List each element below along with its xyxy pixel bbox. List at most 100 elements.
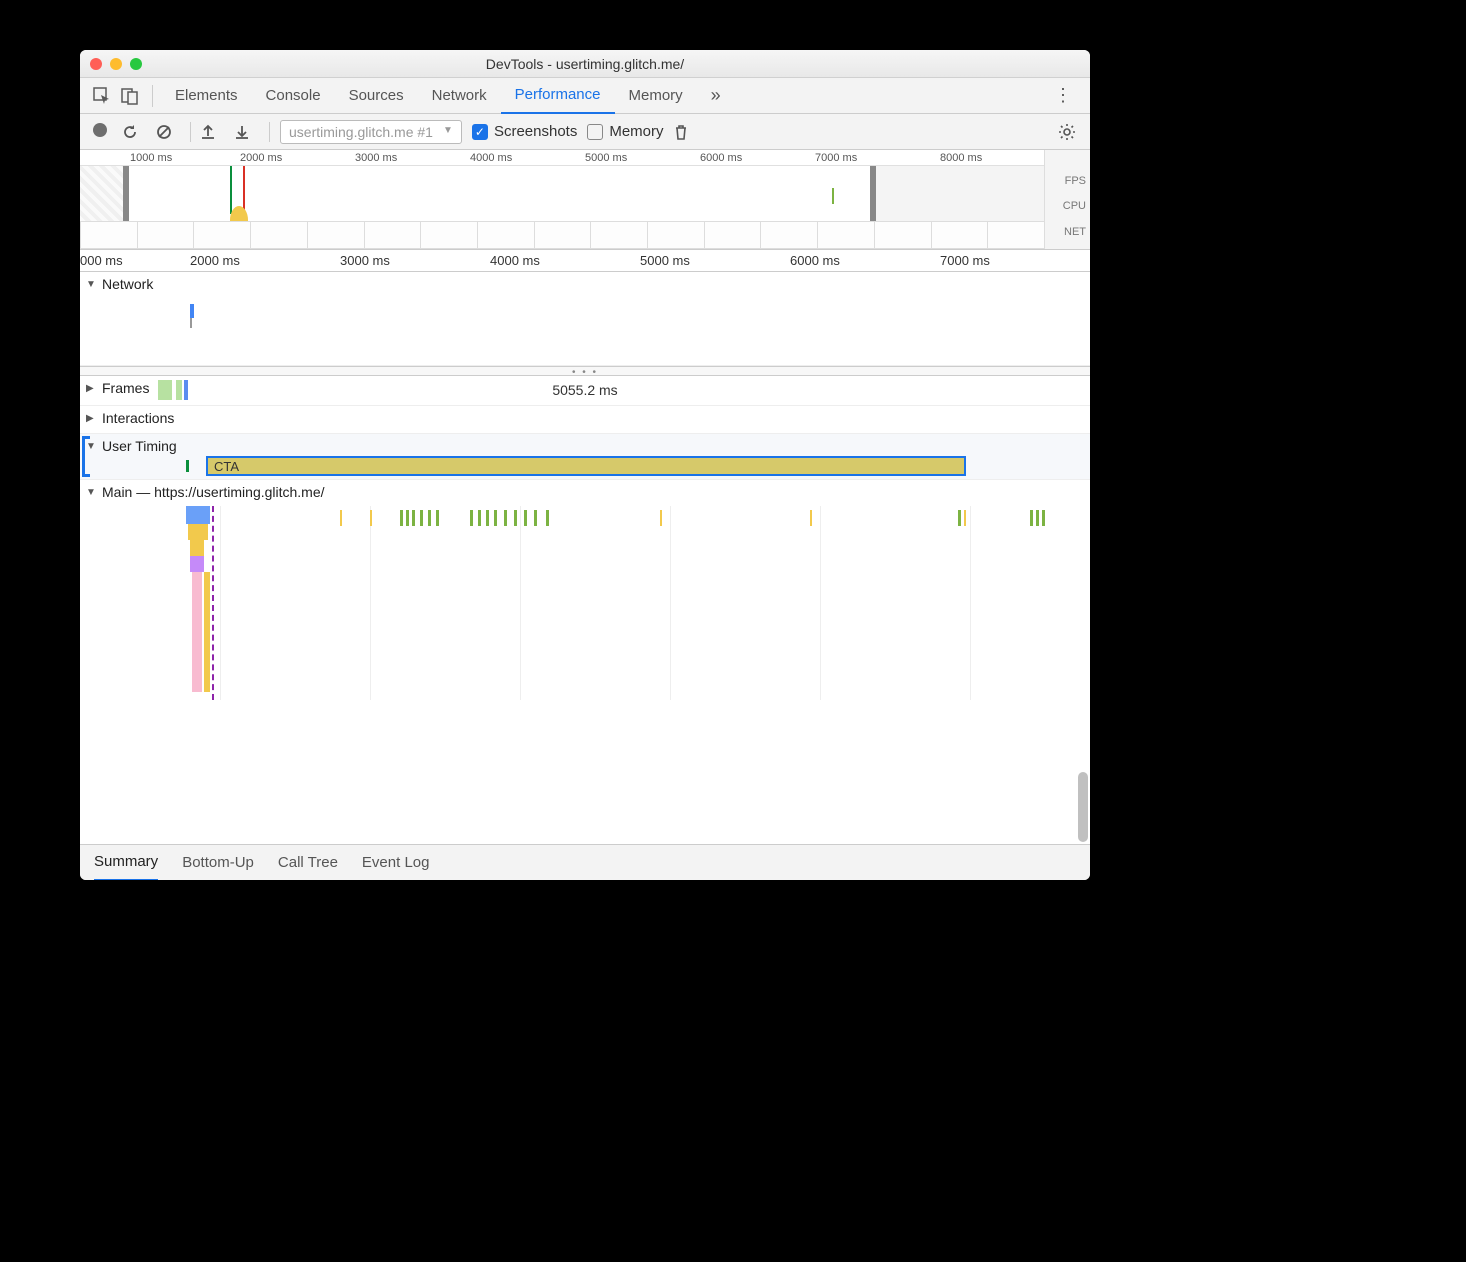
load-profile-icon[interactable] xyxy=(201,124,225,140)
screenshots-checkbox[interactable]: ✓ Screenshots xyxy=(472,123,577,140)
filmstrip-thumb[interactable] xyxy=(534,221,592,249)
interactions-track-label: Interactions xyxy=(102,410,174,426)
flame-tick[interactable] xyxy=(958,510,961,526)
flame-tick[interactable] xyxy=(660,510,662,526)
filmstrip-thumb[interactable] xyxy=(80,221,138,249)
user-timing-mark[interactable] xyxy=(186,460,189,472)
network-track-body[interactable] xyxy=(80,296,1090,365)
flame-tick[interactable] xyxy=(1030,510,1033,526)
main-thread-track[interactable]: ▼ Main — https://usertiming.glitch.me/ xyxy=(80,480,1090,700)
filmstrip-thumb[interactable] xyxy=(307,221,365,249)
flame-tick[interactable] xyxy=(370,510,372,526)
user-timing-measure-cta[interactable]: CTA xyxy=(206,456,966,476)
filmstrip-thumb[interactable] xyxy=(760,221,818,249)
frames-track[interactable]: ▶ Frames 5055.2 ms xyxy=(80,376,1090,406)
flame-tick[interactable] xyxy=(964,510,966,526)
tab-memory[interactable]: Memory xyxy=(615,78,697,114)
ruler-tick: 6000 ms xyxy=(790,253,840,268)
flame-tick[interactable] xyxy=(524,510,527,526)
overview-timeline[interactable]: 1000 ms 2000 ms 3000 ms 4000 ms 5000 ms … xyxy=(80,150,1044,249)
network-track-header[interactable]: ▼ Network xyxy=(80,272,1090,296)
reload-record-button[interactable] xyxy=(122,124,146,140)
record-button[interactable] xyxy=(88,123,112,140)
tab-performance[interactable]: Performance xyxy=(501,78,615,114)
details-tab-call-tree[interactable]: Call Tree xyxy=(278,854,338,871)
flame-tick[interactable] xyxy=(546,510,549,526)
clear-button[interactable] xyxy=(156,124,180,140)
flame-tick[interactable] xyxy=(400,510,403,526)
filmstrip-thumb[interactable] xyxy=(987,221,1045,249)
flamechart-tracks[interactable]: ▼ Network • • • ▶ Frames 5055.2 ms ▶ Int… xyxy=(80,272,1090,844)
flame-tick[interactable] xyxy=(1036,510,1039,526)
filmstrip-thumb[interactable] xyxy=(193,221,251,249)
filmstrip-thumb[interactable] xyxy=(137,221,195,249)
flame-tick[interactable] xyxy=(534,510,537,526)
filmstrip-thumb[interactable] xyxy=(874,221,932,249)
flame-tick[interactable] xyxy=(514,510,517,526)
flame-task[interactable] xyxy=(186,506,210,524)
recording-select[interactable]: usertiming.glitch.me #1 xyxy=(280,120,462,144)
flame-tick[interactable] xyxy=(504,510,507,526)
flame-tick[interactable] xyxy=(436,510,439,526)
inspect-element-icon[interactable] xyxy=(88,82,116,110)
memory-checkbox[interactable]: Memory xyxy=(587,123,663,140)
tab-sources[interactable]: Sources xyxy=(335,78,418,114)
ruler-tick: 4000 ms xyxy=(490,253,540,268)
screenshots-label: Screenshots xyxy=(494,123,577,140)
flame-tick[interactable] xyxy=(428,510,431,526)
main-thread-track-header[interactable]: ▼ Main — https://usertiming.glitch.me/ xyxy=(80,480,1090,504)
overview-body[interactable] xyxy=(80,166,1044,249)
details-tab-summary[interactable]: Summary xyxy=(94,845,158,881)
filmstrip-thumb[interactable] xyxy=(590,221,648,249)
details-tabs: Summary Bottom-Up Call Tree Event Log xyxy=(80,844,1090,880)
flame-tick[interactable] xyxy=(470,510,473,526)
devtools-menu-icon[interactable]: ⋮ xyxy=(1044,85,1082,106)
network-request-bar[interactable] xyxy=(190,318,192,328)
flame-tick[interactable] xyxy=(486,510,489,526)
flame-tick[interactable] xyxy=(1042,510,1045,526)
flame-tick[interactable] xyxy=(406,510,409,526)
capture-settings-icon[interactable] xyxy=(1058,123,1082,141)
user-timing-track-header[interactable]: ▼ User Timing xyxy=(80,434,1090,458)
flame-scripting[interactable] xyxy=(188,524,208,540)
flame-layout[interactable] xyxy=(192,572,202,692)
interactions-track[interactable]: ▶ Interactions xyxy=(80,406,1090,434)
details-tab-event-log[interactable]: Event Log xyxy=(362,854,430,871)
save-profile-icon[interactable] xyxy=(235,124,259,140)
flame-tick[interactable] xyxy=(478,510,481,526)
more-tabs-icon[interactable]: » xyxy=(697,85,735,106)
filmstrip-thumb[interactable] xyxy=(420,221,478,249)
device-toolbar-icon[interactable] xyxy=(116,82,144,110)
filmstrip-thumb[interactable] xyxy=(477,221,535,249)
main-thread-body[interactable] xyxy=(80,506,1090,700)
grid-line xyxy=(670,506,671,700)
network-track[interactable]: ▼ Network xyxy=(80,272,1090,366)
window-titlebar[interactable]: DevTools - usertiming.glitch.me/ xyxy=(80,50,1090,78)
flame-scripting[interactable] xyxy=(204,572,210,692)
vertical-scrollbar[interactable] xyxy=(1078,772,1088,842)
filmstrip-thumb[interactable] xyxy=(704,221,762,249)
flame-scripting[interactable] xyxy=(190,540,204,556)
pane-resizer[interactable]: • • • xyxy=(80,366,1090,376)
garbage-collect-icon[interactable] xyxy=(674,124,698,140)
flamechart-ruler[interactable]: 000 ms 2000 ms 3000 ms 4000 ms 5000 ms 6… xyxy=(80,250,1090,272)
details-tab-bottom-up[interactable]: Bottom-Up xyxy=(182,854,254,871)
flame-tick[interactable] xyxy=(494,510,497,526)
filmstrip-thumb[interactable] xyxy=(931,221,989,249)
interactions-track-header[interactable]: ▶ Interactions xyxy=(80,406,1090,430)
flame-tick[interactable] xyxy=(420,510,423,526)
filmstrip-thumb[interactable] xyxy=(647,221,705,249)
filmstrip-thumb[interactable] xyxy=(817,221,875,249)
user-timing-track[interactable]: ▼ User Timing CTA xyxy=(80,434,1090,480)
tab-elements[interactable]: Elements xyxy=(161,78,252,114)
tab-console[interactable]: Console xyxy=(252,78,335,114)
filmstrip-thumb[interactable] xyxy=(250,221,308,249)
tab-network[interactable]: Network xyxy=(418,78,501,114)
flame-tick[interactable] xyxy=(412,510,415,526)
filmstrip-thumb[interactable] xyxy=(364,221,422,249)
network-request-bar[interactable] xyxy=(190,304,194,318)
flame-tick[interactable] xyxy=(810,510,812,526)
flame-rendering[interactable] xyxy=(190,556,204,572)
overview-pane[interactable]: 1000 ms 2000 ms 3000 ms 4000 ms 5000 ms … xyxy=(80,150,1090,250)
flame-tick[interactable] xyxy=(340,510,342,526)
